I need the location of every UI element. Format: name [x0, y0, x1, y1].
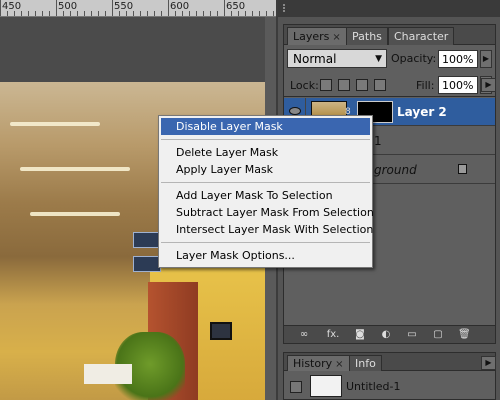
horizontal-ruler: 450 500 550 600 650 — [0, 0, 276, 17]
history-menu-button[interactable]: ▶ — [481, 356, 496, 370]
tab-info[interactable]: Info — [349, 355, 382, 371]
history-panel: History × Info Untitled-1 — [283, 352, 496, 400]
canvas-background — [0, 17, 276, 82]
menu-separator — [161, 139, 370, 140]
link-icon[interactable]: ∞ — [298, 329, 310, 341]
layer-name[interactable]: Layer 2 — [397, 105, 447, 119]
fx-icon[interactable]: fx. — [324, 329, 342, 341]
lock-transparency-icon[interactable] — [320, 79, 332, 91]
menu-item-delete-layer-mask[interactable]: Delete Layer Mask — [159, 144, 372, 161]
opacity-label: Opacity: — [391, 52, 437, 65]
tab-label: Character — [394, 30, 449, 43]
new-layer-icon[interactable]: ▢ — [432, 329, 444, 341]
lock-row: Lock: Fill: 100% ▶ — [284, 73, 495, 97]
menu-item-apply-layer-mask[interactable]: Apply Layer Mask — [159, 161, 372, 178]
ceiling-light — [30, 212, 120, 216]
opacity-field[interactable]: 100% — [438, 50, 478, 68]
close-icon[interactable]: × — [335, 359, 343, 370]
ruler-tick — [56, 0, 57, 16]
lock-label: Lock: — [290, 79, 319, 92]
tab-layers[interactable]: Layers × — [287, 27, 347, 45]
history-brush-icon[interactable] — [290, 381, 302, 393]
ruler-tick — [168, 0, 169, 16]
menu-item-disable-layer-mask[interactable]: Disable Layer Mask — [161, 118, 370, 135]
folder-icon[interactable]: ▭ — [406, 329, 418, 341]
history-thumbnail — [310, 375, 342, 397]
adjustment-icon[interactable]: ◐ — [380, 329, 392, 341]
close-icon[interactable]: × — [332, 32, 340, 43]
chevron-down-icon: ▼ — [375, 54, 382, 64]
history-panel-tabs: History × Info — [284, 353, 495, 371]
layer-name[interactable]: 1 — [374, 134, 382, 148]
arrow-sign — [133, 232, 161, 248]
eye-icon[interactable] — [289, 107, 301, 115]
tab-character[interactable]: Character — [388, 27, 455, 45]
arrow-sign — [133, 256, 161, 272]
layers-panel-tabs: Layers × Paths Character — [284, 25, 495, 45]
blend-mode-select[interactable]: Normal ▼ — [287, 49, 387, 68]
menu-separator — [161, 242, 370, 243]
drag-grip-icon[interactable] — [283, 4, 289, 12]
fill-field[interactable]: 100% — [438, 76, 478, 94]
menu-separator — [161, 182, 370, 183]
ruler-label: 550 — [114, 1, 134, 12]
layer-name[interactable]: ground — [374, 163, 417, 177]
opacity-slider-button[interactable]: ▶ — [480, 50, 492, 68]
mask-icon[interactable]: ◙ — [354, 329, 366, 341]
wall-screen — [210, 322, 232, 340]
history-item-name: Untitled-1 — [346, 380, 401, 393]
menu-item-intersect-mask-with-selection[interactable]: Intersect Layer Mask With Selection — [159, 221, 373, 238]
lock-icon — [458, 164, 467, 174]
ruler-label: 650 — [226, 1, 246, 12]
ceiling-light — [10, 122, 100, 126]
ceiling-light — [20, 167, 130, 171]
fill-label: Fill: — [416, 79, 435, 92]
tab-label: Paths — [352, 30, 382, 43]
ruler-label: 500 — [58, 1, 78, 12]
ruler-tick — [224, 0, 225, 16]
ruler-tick — [0, 0, 1, 16]
blend-row: Normal ▼ Opacity: 100% ▶ — [284, 46, 495, 70]
menu-item-subtract-mask-from-selection[interactable]: Subtract Layer Mask From Selection — [159, 204, 374, 221]
menu-item-add-mask-to-selection[interactable]: Add Layer Mask To Selection — [159, 187, 372, 204]
ruler-label: 600 — [170, 1, 190, 12]
tab-label: Layers — [293, 30, 330, 43]
lock-position-icon[interactable] — [356, 79, 368, 91]
tab-paths[interactable]: Paths — [346, 27, 388, 45]
tab-history[interactable]: History × — [287, 355, 350, 371]
trash-icon[interactable]: 🗑 — [458, 329, 471, 341]
menu-item-layer-mask-options[interactable]: Layer Mask Options... — [159, 247, 372, 264]
lock-image-icon[interactable] — [338, 79, 350, 91]
tab-label: History — [293, 357, 333, 370]
panel-menu-button[interactable]: ▶ — [481, 78, 496, 92]
ruler-label: 450 — [2, 1, 22, 12]
blend-mode-value: Normal — [293, 52, 337, 66]
layer-mask-context-menu: Disable Layer Mask Delete Layer Mask App… — [158, 115, 374, 268]
layers-panel-footer: ∞ fx. ◙ ◐ ▭ ▢ 🗑 — [284, 325, 495, 343]
tab-label: Info — [355, 357, 376, 370]
panel-dock-header — [278, 0, 500, 17]
ruler-tick — [112, 0, 113, 16]
history-item[interactable]: Untitled-1 — [284, 372, 495, 400]
lock-all-icon[interactable] — [374, 79, 386, 91]
counter — [84, 364, 132, 384]
